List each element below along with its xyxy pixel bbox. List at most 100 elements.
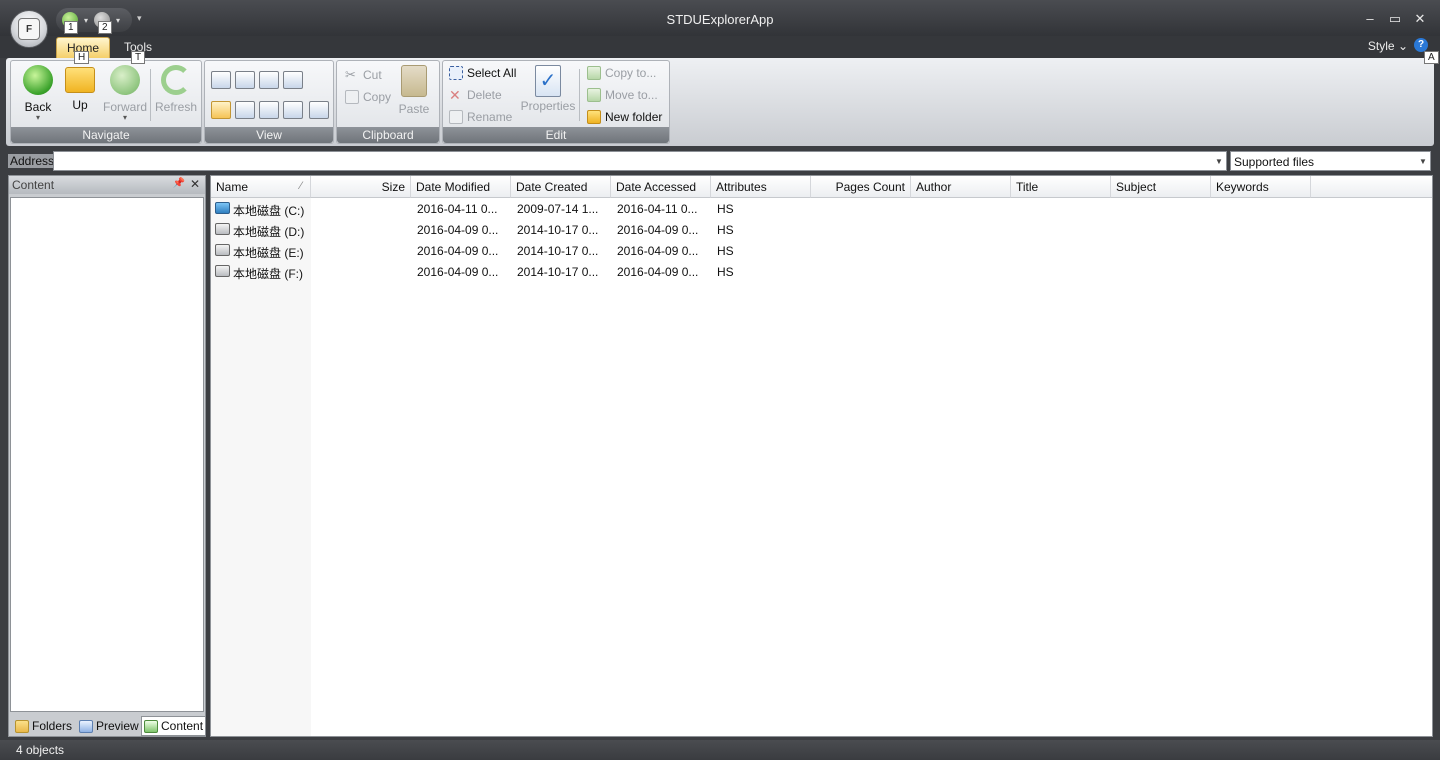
cut-label: Cut	[363, 68, 382, 82]
maximize-button[interactable]: ▭	[1387, 11, 1403, 27]
help-icon[interactable]: ?	[1414, 38, 1428, 52]
column-header-pages-count[interactable]: Pages Count	[811, 176, 911, 198]
small-icons-view-icon[interactable]	[259, 101, 279, 119]
keytip-home: H	[74, 51, 90, 64]
cell-attributes: HS	[717, 265, 734, 279]
copy-button[interactable]: Copy	[345, 87, 391, 107]
move-to-label: Move to...	[605, 88, 658, 102]
tiles-view-icon[interactable]	[235, 71, 255, 89]
chevron-down-icon[interactable]: ▼	[1416, 154, 1430, 170]
ribbon-tab-bar: Home Tools Style ⌄ ?	[0, 36, 1440, 58]
cell-date-created: 2009-07-14 1...	[517, 202, 599, 216]
move-to-button[interactable]: Move to...	[587, 85, 658, 105]
new-folder-button[interactable]: New folder	[587, 107, 662, 127]
paste-button[interactable]: Paste	[397, 65, 431, 116]
copy-to-button[interactable]: Copy to...	[587, 63, 656, 83]
style-menu[interactable]: Style ⌄	[1368, 39, 1408, 53]
edit-group-label: Edit	[443, 127, 669, 143]
column-header-size[interactable]: Size	[311, 176, 411, 198]
address-input[interactable]: ▼	[53, 151, 1227, 171]
column-header-date-accessed[interactable]: Date Accessed	[611, 176, 711, 198]
thumbnails-view-icon[interactable]	[211, 71, 231, 89]
keytip-qat1: 1	[64, 21, 78, 34]
close-icon[interactable]: ✕	[190, 177, 200, 191]
table-row[interactable]: 本地磁盘 (D:) 2016-04-09 0... 2014-10-17 0..…	[211, 220, 1432, 241]
column-header-title[interactable]: Title	[1011, 176, 1111, 198]
cell-date-created: 2014-10-17 0...	[517, 244, 599, 258]
cell-date-modified: 2016-04-09 0...	[417, 223, 499, 237]
navigate-group: Back ▾ Up Forward ▾ Refresh Navigate	[10, 60, 202, 144]
app-menu-label: F	[18, 18, 40, 40]
file-filter-select[interactable]: Supported files ▼	[1230, 151, 1431, 171]
column-header-date-created[interactable]: Date Created	[511, 176, 611, 198]
table-row[interactable]: 本地磁盘 (E:) 2016-04-09 0... 2014-10-17 0..…	[211, 241, 1432, 262]
cell-date-accessed: 2016-04-09 0...	[617, 244, 699, 258]
cell-name: 本地磁盘 (E:)	[233, 246, 304, 260]
tab-preview[interactable]: Preview	[77, 716, 141, 736]
table-row[interactable]: 本地磁盘 (C:) 2016-04-11 0... 2009-07-14 1..…	[211, 199, 1432, 220]
file-filter-value: Supported files	[1234, 155, 1315, 169]
details-view-icon[interactable]	[211, 101, 231, 119]
edit-group: Select All ✕ Delete Rename ✓ Properties …	[442, 60, 670, 144]
column-header-name[interactable]: Name ⁄	[211, 176, 311, 198]
tab-folders[interactable]: Folders	[13, 716, 74, 736]
column-header-author[interactable]: Author	[911, 176, 1011, 198]
preview-icon	[79, 719, 93, 733]
content-icon	[144, 719, 158, 733]
drive-icon	[215, 265, 230, 277]
group-view-icon[interactable]	[309, 101, 329, 119]
keytip-tools: T	[131, 51, 146, 64]
delete-button[interactable]: ✕ Delete	[449, 85, 502, 105]
new-folder-icon	[587, 110, 601, 124]
panel-tab-bar: Folders Preview Content	[11, 715, 207, 737]
folders-icon	[15, 719, 29, 733]
content-view-icon[interactable]	[283, 101, 303, 119]
paste-label: Paste	[398, 102, 430, 116]
rename-button[interactable]: Rename	[449, 107, 512, 127]
column-header-subject[interactable]: Subject	[1111, 176, 1211, 198]
up-label: Up	[72, 98, 88, 112]
rename-icon	[449, 110, 463, 124]
chevron-down-icon: ⌄	[1397, 39, 1408, 53]
delete-label: Delete	[467, 88, 502, 102]
back-arrow-icon	[23, 65, 53, 95]
close-window-button[interactable]: ✕	[1412, 11, 1428, 27]
refresh-button[interactable]: Refresh	[153, 65, 199, 114]
cell-date-accessed: 2016-04-09 0...	[617, 223, 699, 237]
cell-name: 本地磁盘 (F:)	[233, 267, 303, 281]
cell-date-modified: 2016-04-11 0...	[417, 202, 498, 216]
chevron-down-icon[interactable]: ▼	[1212, 154, 1226, 170]
chevron-down-icon[interactable]: ▾	[101, 114, 149, 122]
column-header-keywords[interactable]: Keywords	[1211, 176, 1311, 198]
window-title: STDUExplorerApp	[666, 12, 774, 27]
move-to-icon	[587, 88, 601, 102]
app-menu-button[interactable]: F	[10, 10, 48, 48]
tab-content[interactable]: Content	[141, 716, 207, 736]
preview-view-icon[interactable]	[283, 71, 303, 89]
refresh-icon	[161, 65, 191, 95]
drive-icon	[215, 223, 230, 235]
properties-button[interactable]: ✓ Properties	[519, 65, 577, 113]
file-list: Name ⁄ Size Date Modified Date Created D…	[210, 175, 1433, 737]
table-row[interactable]: 本地磁盘 (F:) 2016-04-09 0... 2014-10-17 0..…	[211, 262, 1432, 283]
column-header-date-modified[interactable]: Date Modified	[411, 176, 511, 198]
cut-button[interactable]: ✂ Cut	[345, 65, 382, 85]
cell-attributes: HS	[717, 223, 734, 237]
panel-title: Content	[12, 178, 55, 192]
up-button[interactable]: Up	[63, 65, 97, 112]
forward-button[interactable]: Forward ▾	[101, 65, 149, 122]
icons-view-icon[interactable]	[259, 71, 279, 89]
panel-header: Content 📌 ✕	[9, 176, 205, 194]
select-all-button[interactable]: Select All	[449, 63, 516, 83]
list-view-icon[interactable]	[235, 101, 255, 119]
minimize-button[interactable]: –	[1362, 11, 1378, 27]
copy-to-label: Copy to...	[605, 66, 657, 80]
tab-content-label: Content	[161, 719, 204, 733]
scissors-icon: ✂	[345, 67, 356, 82]
back-button[interactable]: Back ▾	[19, 65, 57, 122]
keytip-qat2: 2	[98, 21, 112, 34]
pin-icon[interactable]: 📌	[173, 178, 185, 189]
column-header-attributes[interactable]: Attributes	[711, 176, 811, 198]
new-folder-label: New folder	[605, 110, 663, 124]
chevron-down-icon[interactable]: ▾	[19, 114, 57, 122]
